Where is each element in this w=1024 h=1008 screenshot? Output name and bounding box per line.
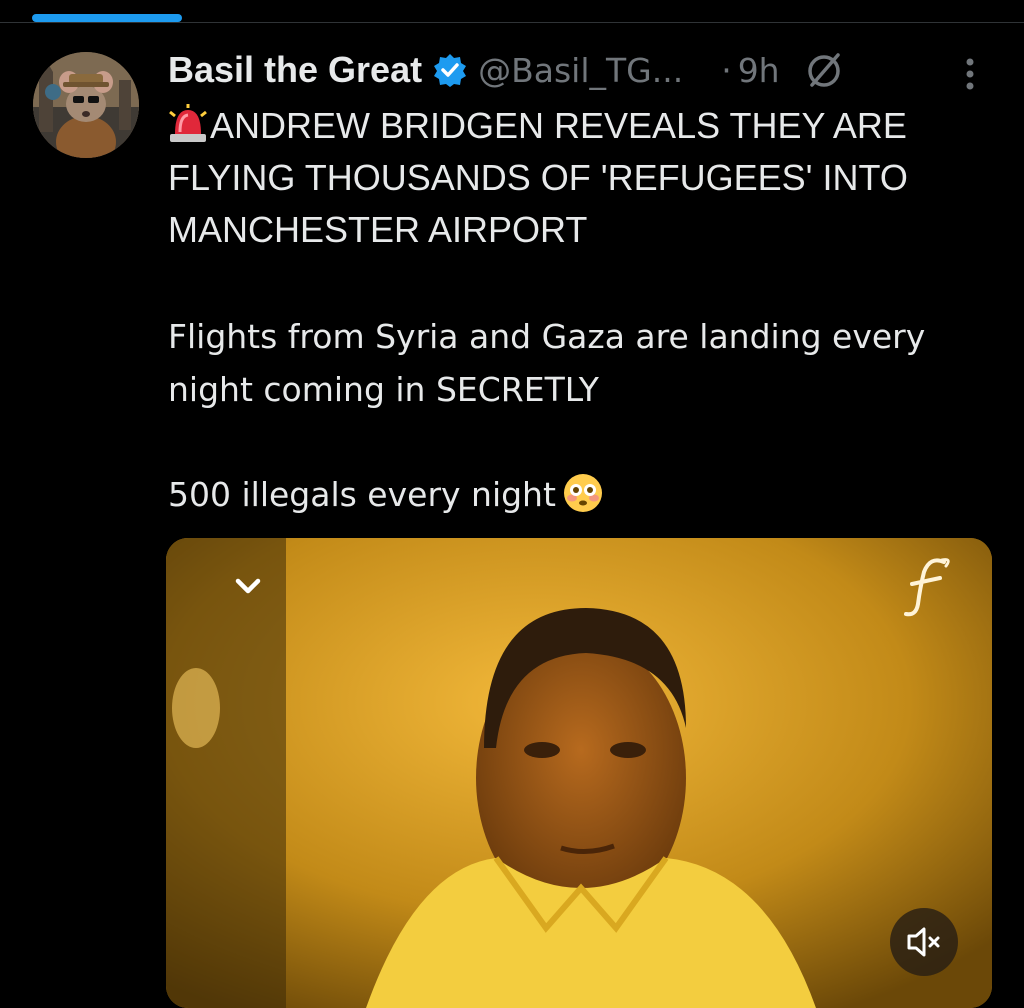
mute-button[interactable] xyxy=(890,908,958,976)
paragraph-1-line-1: Flights from Syria and Gaza are landing … xyxy=(168,317,926,356)
author-name[interactable]: Basil the Great xyxy=(168,49,422,91)
avatar-mouse-detective-image xyxy=(33,52,139,158)
headline-text-1: ANDREW BRIDGEN REVEALS THEY ARE xyxy=(210,105,907,146)
speaker-muted-icon xyxy=(907,927,940,957)
chevron-down-icon[interactable] xyxy=(228,566,268,606)
paragraph-2-text: 500 illegals every night xyxy=(168,475,556,514)
more-vertical-icon[interactable] xyxy=(956,52,984,96)
headline-line-3: MANCHESTER AIRPORT xyxy=(168,209,588,250)
tweet-paragraph-2: 500 illegals every night xyxy=(168,468,604,521)
tweet-paragraph-1: Flights from Syria and Gaza are landing … xyxy=(168,310,925,416)
headline-line-1: ANDREW BRIDGEN REVEALS THEY ARE xyxy=(168,100,988,152)
separator-dot: · xyxy=(721,50,732,90)
video-frame-image xyxy=(166,538,992,1008)
paragraph-2-line: 500 illegals every night xyxy=(168,468,604,521)
timestamp[interactable]: 9h xyxy=(738,51,780,90)
top-divider xyxy=(0,22,1024,23)
flushed-face-icon xyxy=(562,472,604,514)
tweet-headline: ANDREW BRIDGEN REVEALS THEY ARE FLYING T… xyxy=(168,100,988,256)
verified-badge-icon[interactable] xyxy=(432,52,468,88)
circle-slash-icon[interactable] xyxy=(802,48,846,92)
paragraph-1-line-2: night coming in SECRETLY xyxy=(168,370,599,409)
police-car-light-icon xyxy=(168,104,208,144)
video-player[interactable] xyxy=(166,538,992,1008)
avatar[interactable] xyxy=(33,52,139,158)
channel-logo-watermark xyxy=(896,554,956,624)
tweet-header: Basil the Great @Basil_TG... · 9h xyxy=(168,46,846,94)
author-handle[interactable]: @Basil_TG... xyxy=(478,51,683,90)
headline-line-2: FLYING THOUSANDS OF 'REFUGEES' INTO xyxy=(168,157,908,198)
tab-indicator xyxy=(32,14,182,22)
